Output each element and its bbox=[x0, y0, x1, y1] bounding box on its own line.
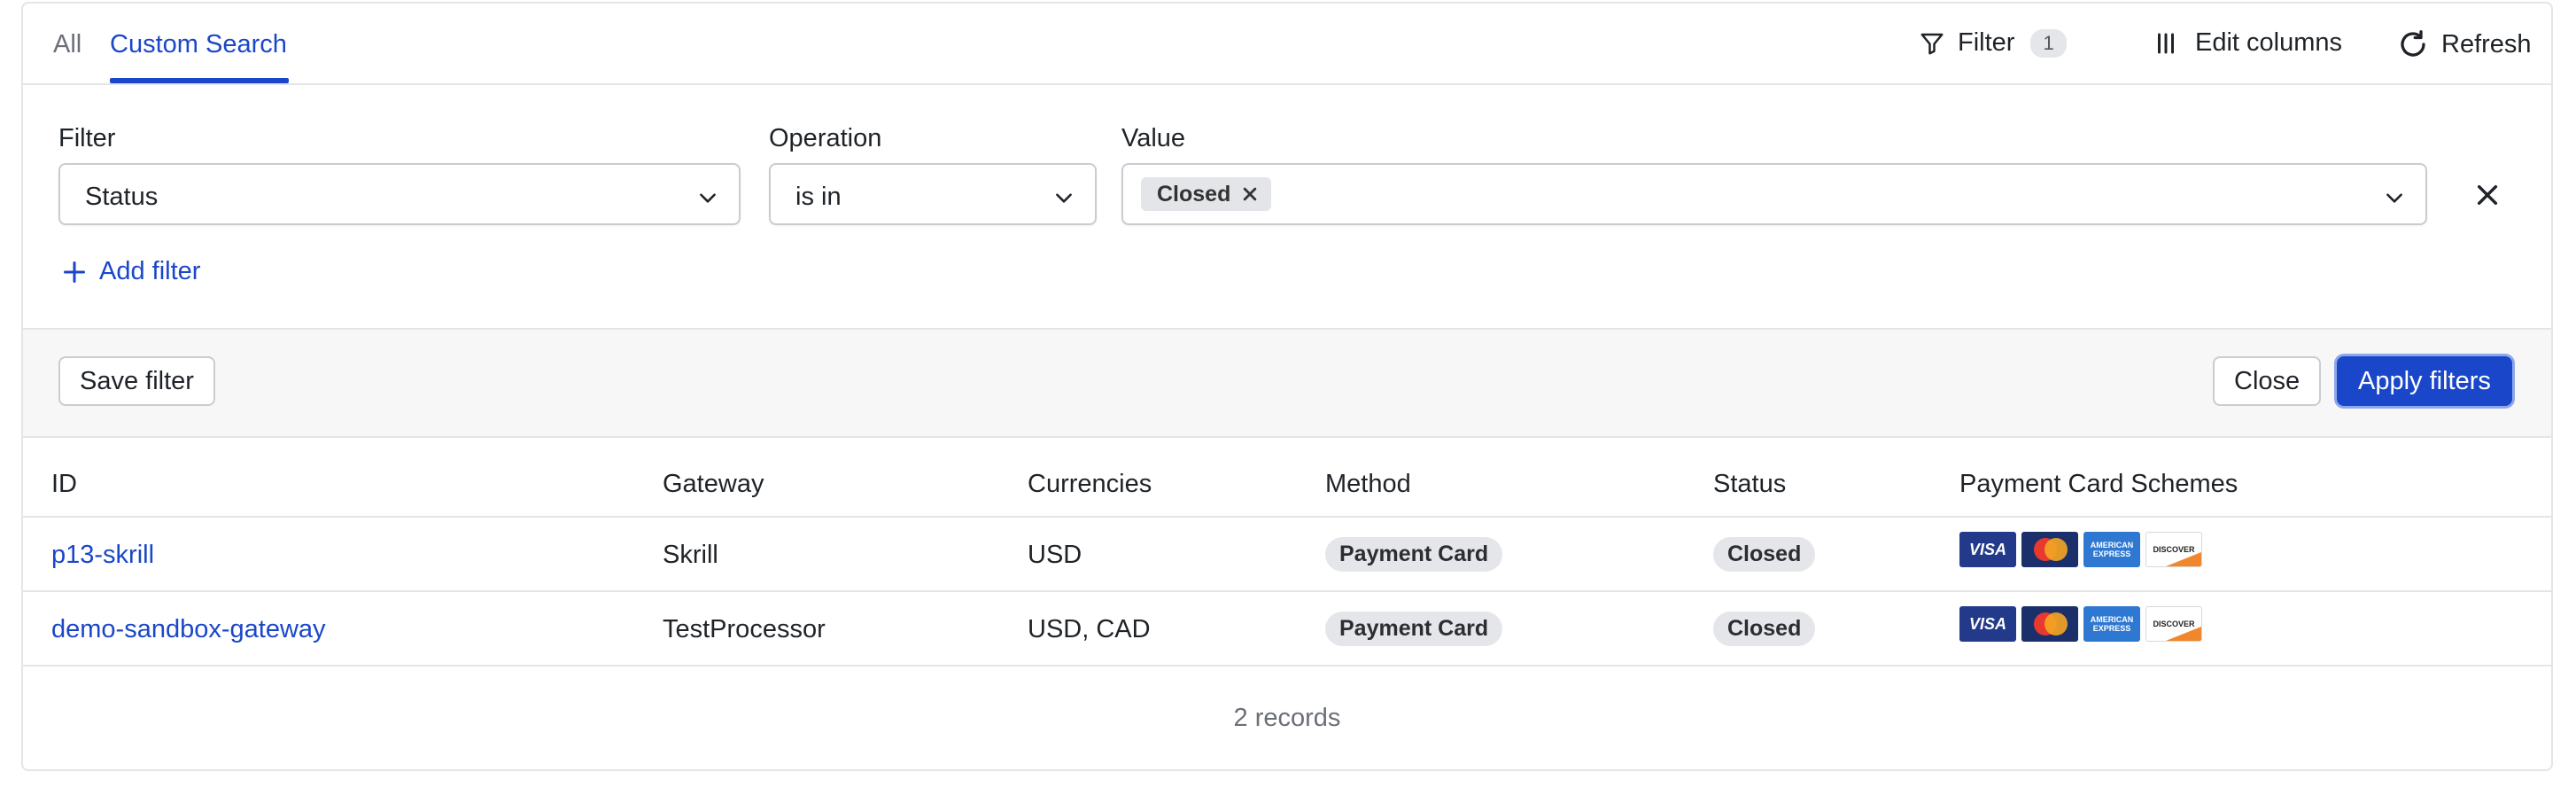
gateway-id-link[interactable]: demo-sandbox-gateway bbox=[51, 615, 326, 644]
chip-remove-icon[interactable] bbox=[1241, 185, 1259, 203]
active-tab-indicator bbox=[110, 78, 289, 83]
gateways-panel: All Custom Search Filter 1 Edit columns … bbox=[21, 2, 2553, 771]
tab-bar: All Custom Search Filter 1 Edit columns … bbox=[23, 4, 2551, 85]
operation-field-label: Operation bbox=[769, 124, 882, 152]
amex-icon: AMERICAN EXPRESS bbox=[2083, 532, 2140, 567]
method-badge: Payment Card bbox=[1325, 537, 1503, 572]
save-filter-button[interactable]: Save filter bbox=[58, 356, 215, 406]
visa-icon: VISA bbox=[1959, 606, 2016, 642]
divider bbox=[23, 590, 2551, 592]
discover-icon: DISCOVER bbox=[2145, 532, 2202, 567]
divider bbox=[23, 516, 2551, 518]
edit-columns-label: Edit columns bbox=[2195, 28, 2343, 57]
filter-builder: Filter Operation Value Status is in Clos… bbox=[23, 85, 2551, 328]
filter-button[interactable]: Filter 1 bbox=[1919, 28, 2067, 58]
status-badge: Closed bbox=[1713, 612, 1816, 646]
close-button[interactable]: Close bbox=[2213, 356, 2322, 406]
add-filter-label: Add filter bbox=[99, 257, 201, 285]
remove-filter-icon[interactable] bbox=[2473, 181, 2502, 209]
tab-custom-search[interactable]: Custom Search bbox=[110, 30, 287, 59]
edit-columns-button[interactable]: Edit columns bbox=[2153, 28, 2342, 58]
gateway-name: Skrill bbox=[663, 541, 718, 569]
filter-field-select[interactable]: Status bbox=[58, 163, 741, 225]
column-header-status[interactable]: Status bbox=[1713, 470, 1786, 499]
method-badge: Payment Card bbox=[1325, 612, 1503, 646]
currencies: USD bbox=[1028, 541, 1082, 569]
column-header-id[interactable]: ID bbox=[51, 470, 77, 499]
add-filter-button[interactable]: Add filter bbox=[62, 257, 200, 286]
record-count: 2 records bbox=[1233, 704, 1341, 732]
card-schemes: VISA AMERICAN EXPRESS DISCOVER bbox=[1959, 606, 2202, 642]
plus-icon bbox=[63, 261, 86, 283]
filter-count-badge: 1 bbox=[2030, 28, 2067, 58]
mastercard-icon bbox=[2021, 606, 2078, 642]
currencies: USD, CAD bbox=[1028, 615, 1151, 643]
status-badge: Closed bbox=[1713, 537, 1816, 572]
card-schemes: VISA AMERICAN EXPRESS DISCOVER bbox=[1959, 532, 2202, 567]
refresh-label: Refresh bbox=[2441, 29, 2532, 58]
column-header-method[interactable]: Method bbox=[1325, 470, 1411, 499]
column-header-payment-card-schemes[interactable]: Payment Card Schemes bbox=[1959, 470, 2238, 499]
column-header-gateway[interactable]: Gateway bbox=[663, 470, 764, 499]
filter-button-label: Filter bbox=[1958, 28, 2015, 57]
filter-action-bar: Save filter Close Apply filters bbox=[23, 328, 2551, 438]
gateway-name: TestProcessor bbox=[663, 615, 826, 643]
chevron-down-icon bbox=[700, 193, 716, 203]
filter-field-label: Filter bbox=[58, 124, 116, 152]
value-chip-label: Closed bbox=[1157, 181, 1231, 207]
refresh-button[interactable]: Refresh bbox=[2397, 28, 2532, 60]
operation-value: is in bbox=[795, 183, 842, 211]
amex-icon: AMERICAN EXPRESS bbox=[2083, 606, 2140, 642]
chevron-down-icon bbox=[1056, 193, 1072, 203]
operation-select[interactable]: is in bbox=[769, 163, 1097, 225]
refresh-icon bbox=[2401, 30, 2425, 57]
filter-field-value: Status bbox=[85, 183, 159, 211]
visa-icon: VISA bbox=[1959, 532, 2016, 567]
value-field-label: Value bbox=[1121, 124, 1186, 152]
tab-all[interactable]: All bbox=[53, 30, 81, 59]
value-multiselect[interactable]: Closed bbox=[1121, 163, 2427, 225]
gateway-id-link[interactable]: p13-skrill bbox=[51, 541, 154, 570]
columns-icon bbox=[2158, 33, 2174, 53]
column-header-currencies[interactable]: Currencies bbox=[1028, 470, 1152, 499]
divider bbox=[23, 665, 2551, 667]
discover-icon: DISCOVER bbox=[2145, 606, 2202, 642]
value-chip: Closed bbox=[1141, 177, 1272, 211]
chevron-down-icon bbox=[2386, 193, 2402, 203]
apply-filters-button[interactable]: Apply filters bbox=[2337, 356, 2512, 406]
mastercard-icon bbox=[2021, 532, 2078, 567]
filter-funnel-icon bbox=[1920, 33, 1944, 54]
